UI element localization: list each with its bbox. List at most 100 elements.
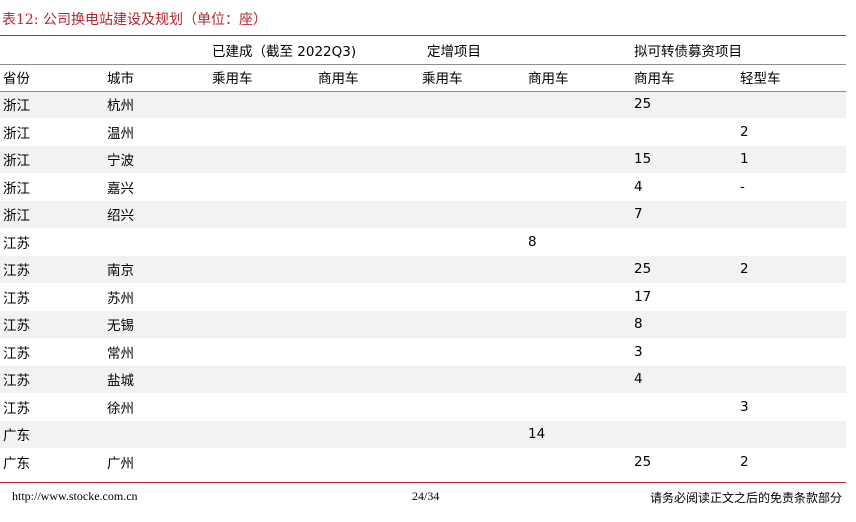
cell-convertible-commercial: 25: [631, 255, 738, 283]
cell-province: 江苏: [3, 235, 30, 252]
cell-built-passenger: [209, 448, 315, 476]
cell-placement-commercial: [525, 283, 631, 311]
cell-placement-commercial: [525, 200, 632, 228]
cell-convertible-commercial: 8: [631, 310, 738, 338]
table-row: 江苏 8: [0, 228, 846, 256]
cell-convertible-commercial: 4: [634, 178, 643, 195]
cell-built-commercial: [315, 338, 419, 366]
cell-built-passenger: [209, 228, 315, 256]
cell-city: 无锡: [104, 310, 209, 338]
footer-disclaimer: 请务必阅读正文之后的免责条款部分: [649, 491, 842, 505]
cell-placement-passenger: [419, 255, 526, 283]
cell-convertible-commercial: 15: [631, 145, 738, 173]
table-row: 浙江 宁波 15 1: [0, 145, 847, 173]
cell-placement-passenger: [419, 283, 525, 311]
cell-province: 浙江: [0, 200, 104, 228]
cell-city: [104, 228, 209, 256]
cell-convertible-commercial: 25: [634, 453, 652, 470]
table-row: 广东 广州 25 2: [0, 448, 846, 476]
cell-built-passenger: [209, 365, 315, 393]
cell-placement-commercial: 14: [525, 420, 632, 448]
group-built: 已建成（截至 2022Q3): [212, 44, 357, 60]
table-row: 江苏 南京 25 2: [0, 255, 847, 283]
cell-placement-passenger: [419, 90, 526, 118]
cell-built-passenger: [209, 393, 315, 421]
cell-convertible-light: 1: [737, 145, 847, 173]
cell-city: 嘉兴: [107, 180, 134, 197]
col-convertible-light: 轻型车: [740, 70, 781, 87]
cell-built-commercial: [315, 173, 419, 201]
cell-built-commercial: [315, 145, 420, 173]
cell-convertible-light: [737, 200, 847, 228]
cell-province: 广东: [3, 455, 30, 472]
cell-convertible-light: [737, 420, 847, 448]
table-row: 浙江 嘉兴 4 -: [0, 173, 846, 201]
column-header-rule: [0, 91, 846, 92]
table-caption: 表12: 公司换电站建设及规划（单位：座）: [2, 12, 267, 28]
col-placement-commercial: 商用车: [528, 70, 569, 87]
cell-city: 南京: [104, 255, 209, 283]
cell-built-commercial: [315, 393, 419, 421]
table-row: 江苏 无锡 8: [0, 310, 847, 338]
cell-built-commercial: [315, 310, 420, 338]
cell-placement-passenger: [419, 310, 526, 338]
col-city: 城市: [107, 70, 134, 87]
cell-province: 江苏: [0, 365, 104, 393]
cell-city: 苏州: [107, 290, 134, 307]
cell-convertible-light: [737, 90, 847, 118]
cell-built-passenger: [209, 173, 315, 201]
cell-convertible-commercial: 7: [631, 200, 738, 228]
col-convertible-commercial: 商用车: [634, 70, 675, 87]
cell-placement-commercial: [525, 145, 632, 173]
cell-city: [104, 420, 209, 448]
group-header-row: 已建成（截至 2022Q3) 定增项目 拟可转债募资项目: [0, 37, 846, 63]
cell-placement-commercial: [525, 365, 632, 393]
cell-city: 杭州: [104, 90, 209, 118]
cell-placement-commercial: [525, 118, 631, 146]
table-top-rule: [0, 35, 846, 36]
cell-convertible-light: 2: [740, 453, 749, 470]
table-row: 浙江 杭州 25: [0, 90, 847, 118]
cell-city: 绍兴: [104, 200, 209, 228]
footer-rule: [0, 482, 846, 483]
cell-province: 广东: [0, 420, 104, 448]
cell-city: 常州: [107, 345, 134, 362]
cell-built-commercial: [315, 255, 420, 283]
footer-page-number: 24/34: [412, 489, 440, 503]
cell-convertible-light: 2: [740, 123, 749, 140]
cell-built-passenger: [209, 145, 315, 173]
table-row: 江苏 盐城 4: [0, 365, 847, 393]
cell-placement-commercial: [525, 255, 632, 283]
table-row: 浙江 绍兴 7: [0, 200, 847, 228]
cell-province: 江苏: [3, 400, 30, 417]
cell-placement-commercial: [525, 173, 631, 201]
cell-placement-commercial: [525, 338, 631, 366]
cell-placement-passenger: [419, 173, 525, 201]
cell-built-commercial: [315, 90, 420, 118]
cell-convertible-light: 3: [740, 398, 749, 415]
cell-city: 徐州: [107, 400, 134, 417]
cell-placement-commercial: 8: [528, 233, 537, 250]
cell-built-passenger: [209, 283, 315, 311]
cell-city: 盐城: [104, 365, 209, 393]
table-body: 浙江 杭州 25 浙江 温州 2 浙江 宁波 15 1 浙江 嘉兴 4- 浙江 绍兴 7 江苏 8 江苏 南京 25 2 江…: [0, 90, 847, 476]
cell-placement-commercial: [525, 310, 632, 338]
cell-built-passenger: [209, 118, 315, 146]
charging-station-table: 已建成（截至 2022Q3) 定增项目 拟可转债募资项目 省份 城市 乘用车 商…: [0, 37, 847, 476]
table-row: 广东 14: [0, 420, 847, 448]
cell-placement-passenger: [419, 338, 525, 366]
cell-convertible-light: [737, 310, 847, 338]
table-row: 江苏 苏州 17: [0, 283, 846, 311]
cell-built-passenger: [209, 338, 315, 366]
cell-city: 宁波: [104, 145, 209, 173]
cell-province: 浙江: [3, 125, 30, 142]
cell-convertible-commercial: [631, 228, 737, 256]
cell-built-commercial: [315, 283, 419, 311]
cell-placement-commercial: [525, 90, 632, 118]
cell-placement-passenger: [419, 228, 525, 256]
cell-convertible-commercial: 25: [631, 90, 738, 118]
cell-placement-passenger: [419, 420, 526, 448]
cell-built-commercial: [315, 118, 419, 146]
cell-built-commercial: [315, 448, 419, 476]
cell-built-passenger: [209, 255, 315, 283]
